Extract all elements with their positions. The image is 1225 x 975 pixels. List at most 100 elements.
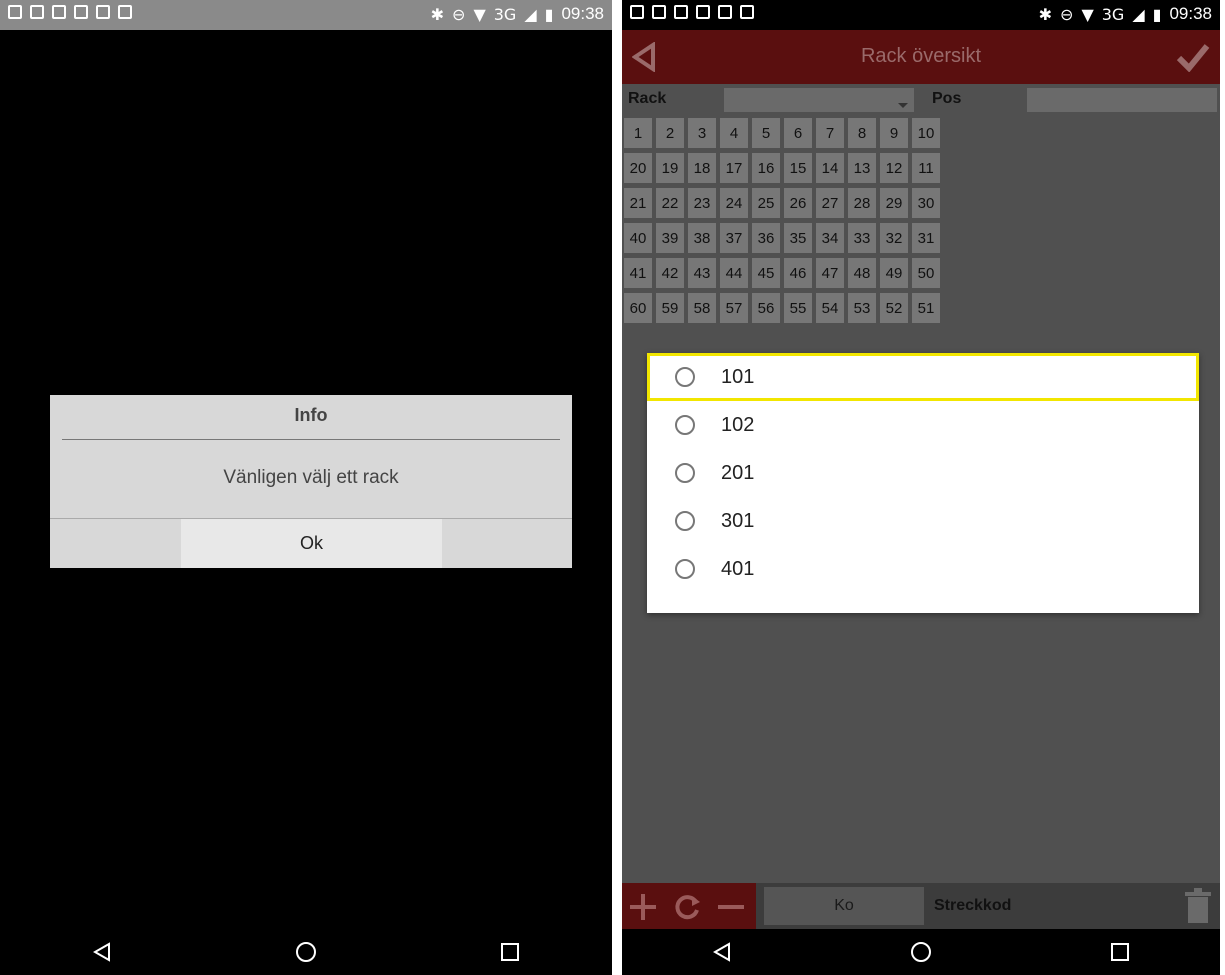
confirm-button[interactable] [1176,42,1210,76]
radio-button[interactable] [675,415,695,435]
rack-option[interactable]: 201 [647,449,1199,497]
signal-icon: ◢ [1132,4,1145,24]
grid-cell[interactable]: 48 [848,258,876,288]
grid-cell[interactable]: 17 [720,153,748,183]
grid-cell[interactable]: 51 [912,293,940,323]
dnd-icon: ⊖ [452,4,466,24]
rack-option[interactable]: 101 [647,353,1199,401]
grid-cell[interactable]: 15 [784,153,812,183]
grid-cell[interactable]: 46 [784,258,812,288]
notification-icons [8,5,132,19]
grid-cell[interactable]: 42 [656,258,684,288]
grid-cell[interactable]: 18 [688,153,716,183]
grid-cell[interactable]: 13 [848,153,876,183]
grid-row: 21 22 23 24 25 26 27 28 29 30 [624,188,984,218]
right-screen: ✱ ⊖ ▼ 3G ◢ ▮ 09:38 Rack översikt Rack Po… [622,0,1220,975]
grid-cell[interactable]: 31 [912,223,940,253]
rack-option[interactable]: 301 [647,497,1199,545]
grid-cell[interactable]: 49 [880,258,908,288]
grid-row: 60 59 58 57 56 55 54 53 52 51 [624,293,984,323]
home-nav-button[interactable] [286,932,326,972]
grid-cell[interactable]: 54 [816,293,844,323]
grid-cell[interactable]: 14 [816,153,844,183]
radio-button[interactable] [675,463,695,483]
grid-cell[interactable]: 47 [816,258,844,288]
grid-cell[interactable]: 41 [624,258,652,288]
grid-cell[interactable]: 1 [624,118,652,148]
grid-cell[interactable]: 36 [752,223,780,253]
grid-cell[interactable]: 58 [688,293,716,323]
pos-field[interactable] [1027,88,1217,112]
grid-cell[interactable]: 44 [720,258,748,288]
grid-cell[interactable]: 43 [688,258,716,288]
grid-cell[interactable]: 26 [784,188,812,218]
back-triangle-icon [93,942,110,962]
grid-cell[interactable]: 30 [912,188,940,218]
grid-cell[interactable]: 59 [656,293,684,323]
rack-options-popup: 101 102 201 301 401 [647,353,1199,613]
grid-cell[interactable]: 27 [816,188,844,218]
grid-cell[interactable]: 56 [752,293,780,323]
grid-cell[interactable]: 12 [880,153,908,183]
grid-cell[interactable]: 9 [880,118,908,148]
grid-cell[interactable]: 10 [912,118,940,148]
ok-button[interactable]: Ok [181,519,442,568]
system-icons: ✱ ⊖ ▼ 3G ◢ ▮ 09:38 [1039,4,1212,24]
grid-cell[interactable]: 50 [912,258,940,288]
refresh-button[interactable] [672,892,702,926]
radio-button[interactable] [675,559,695,579]
grid-cell[interactable]: 32 [880,223,908,253]
remove-button[interactable] [716,892,746,926]
rack-select[interactable] [724,88,914,112]
grid-cell[interactable]: 4 [720,118,748,148]
grid-cell[interactable]: 29 [880,188,908,218]
back-nav-button[interactable] [82,932,122,972]
back-nav-button[interactable] [702,932,742,972]
home-nav-button[interactable] [901,932,941,972]
grid-cell[interactable]: 19 [656,153,684,183]
grid-cell[interactable]: 20 [624,153,652,183]
grid-cell[interactable]: 34 [816,223,844,253]
status-bar: ✱ ⊖ ▼ 3G ◢ ▮ 09:38 [622,0,1220,30]
grid-cell[interactable]: 16 [752,153,780,183]
grid-cell[interactable]: 33 [848,223,876,253]
grid-cell[interactable]: 55 [784,293,812,323]
rack-option[interactable]: 102 [647,401,1199,449]
radio-button[interactable] [675,511,695,531]
add-button[interactable] [628,892,658,926]
grid-cell[interactable]: 6 [784,118,812,148]
grid-cell[interactable]: 40 [624,223,652,253]
grid-cell[interactable]: 53 [848,293,876,323]
rack-option[interactable]: 401 [647,545,1199,593]
grid-cell[interactable]: 24 [720,188,748,218]
grid-cell[interactable]: 52 [880,293,908,323]
grid-cell[interactable]: 23 [688,188,716,218]
grid-cell[interactable]: 7 [816,118,844,148]
grid-cell[interactable]: 11 [912,153,940,183]
grid-cell[interactable]: 21 [624,188,652,218]
radio-button[interactable] [675,367,695,387]
rack-label: Rack [628,90,667,107]
image-icon [8,5,22,19]
recents-nav-button[interactable] [490,932,530,972]
trash-icon [1185,888,1211,923]
clock: 09:38 [1169,4,1212,23]
grid-cell[interactable]: 28 [848,188,876,218]
ko-button[interactable]: Ko [764,887,924,925]
recents-nav-button[interactable] [1100,932,1140,972]
grid-cell[interactable]: 57 [720,293,748,323]
grid-cell[interactable]: 2 [656,118,684,148]
grid-cell[interactable]: 39 [656,223,684,253]
grid-cell[interactable]: 60 [624,293,652,323]
bluetooth-icon: ✱ [430,4,445,24]
grid-cell[interactable]: 3 [688,118,716,148]
grid-cell[interactable]: 45 [752,258,780,288]
delete-button[interactable] [1184,887,1212,929]
grid-cell[interactable]: 35 [784,223,812,253]
grid-cell[interactable]: 25 [752,188,780,218]
grid-cell[interactable]: 38 [688,223,716,253]
grid-cell[interactable]: 8 [848,118,876,148]
grid-cell[interactable]: 5 [752,118,780,148]
grid-cell[interactable]: 22 [656,188,684,218]
grid-cell[interactable]: 37 [720,223,748,253]
